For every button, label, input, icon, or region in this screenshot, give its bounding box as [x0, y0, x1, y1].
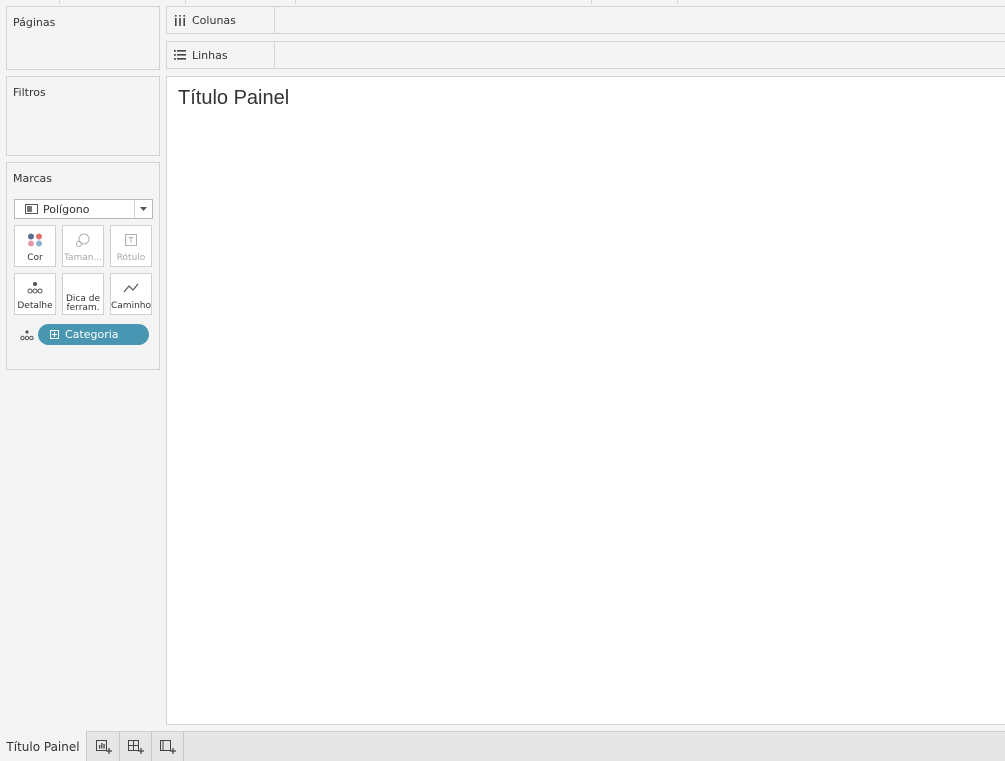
category-field-pill[interactable]: Categoria [38, 324, 149, 345]
rows-shelf[interactable]: Linhas [166, 41, 1005, 69]
new-story-button[interactable] [152, 732, 184, 761]
size-icon [76, 233, 90, 247]
view-canvas[interactable]: Título Painel [166, 76, 1005, 725]
columns-shelf[interactable]: Colunas [166, 6, 1005, 34]
color-label: Cor [27, 253, 43, 263]
new-dashboard-icon [127, 739, 144, 754]
marks-card: Marcas Polígono Cor Taman... Rótulo Deta… [6, 162, 160, 370]
top-ruler [0, 0, 1005, 5]
filters-title: Filtros [13, 86, 46, 99]
detail-icon [20, 330, 34, 341]
marks-title: Marcas [13, 172, 53, 185]
size-button[interactable]: Taman... [62, 225, 104, 267]
size-label: Taman... [63, 253, 103, 263]
new-story-icon [159, 739, 176, 754]
rows-shelf-label: Linhas [167, 42, 275, 68]
mark-type-label: Polígono [43, 202, 90, 216]
columns-label: Colunas [192, 13, 236, 27]
view-title[interactable]: Título Painel [178, 87, 289, 110]
color-icon [28, 233, 42, 247]
columns-icon [173, 13, 187, 27]
path-icon [123, 283, 139, 293]
new-worksheet-button[interactable] [88, 732, 120, 761]
new-worksheet-icon [95, 739, 112, 754]
tooltip-button[interactable]: Dica de ferram. [62, 273, 104, 315]
mark-type-dropdown[interactable]: Polígono [14, 199, 153, 219]
text-label-icon [125, 234, 137, 246]
label-button[interactable]: Rótulo [110, 225, 152, 267]
tooltip-label-line2: ferram. [66, 303, 100, 313]
path-label: Caminho [111, 301, 151, 311]
pages-card[interactable]: Páginas [6, 6, 160, 70]
chevron-down-icon[interactable] [134, 200, 152, 218]
rows-label: Linhas [192, 48, 228, 62]
detail-button[interactable]: Detalhe [14, 273, 56, 315]
columns-shelf-label: Colunas [167, 7, 275, 33]
path-button[interactable]: Caminho [110, 273, 152, 315]
detail-label: Detalhe [17, 301, 53, 311]
filters-card[interactable]: Filtros [6, 76, 160, 156]
label-label: Rótulo [116, 253, 146, 263]
category-field-label: Categoria [65, 328, 119, 341]
pages-title: Páginas [13, 16, 56, 29]
rows-icon [173, 48, 187, 62]
polygon-mark-icon [25, 204, 38, 214]
new-dashboard-button[interactable] [120, 732, 152, 761]
sheet-tab-bar: Título Painel [0, 731, 1005, 761]
expand-plus-icon[interactable] [50, 330, 59, 339]
detail-icon [27, 282, 43, 294]
color-button[interactable]: Cor [14, 225, 56, 267]
sheet-tab-active[interactable]: Título Painel [0, 731, 87, 761]
